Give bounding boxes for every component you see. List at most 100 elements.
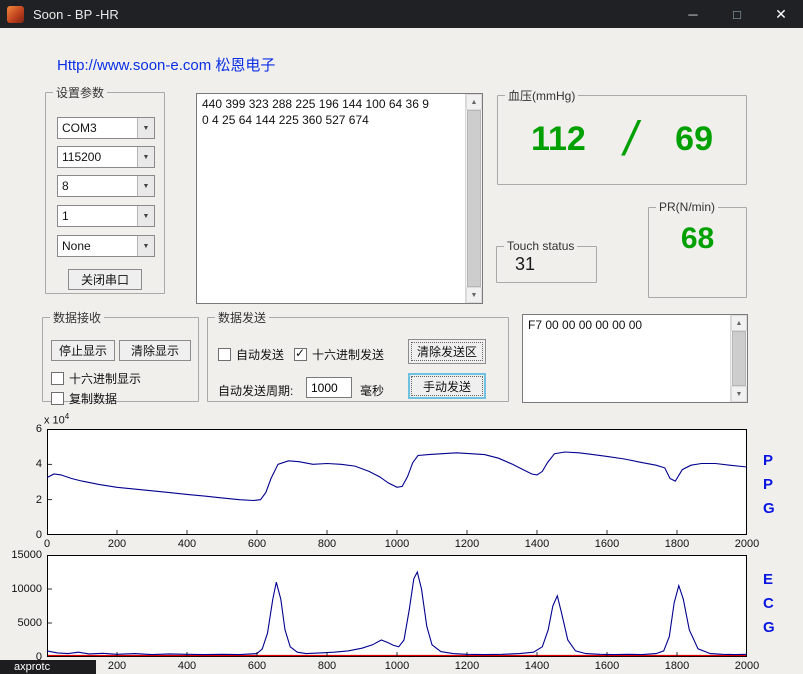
scroll-down-icon[interactable]: ▼ [466, 287, 482, 303]
stop-bits-dropdown[interactable]: 1 ▼ [57, 205, 155, 227]
close-serial-port-button[interactable]: 关闭串口 [68, 269, 142, 290]
receive-text: 440 399 323 288 225 196 144 100 64 36 9 … [197, 94, 464, 303]
ppg-plot-svg [47, 429, 747, 535]
stop-bits-value: 1 [58, 206, 137, 226]
ecg-chart: 050001000015000 020040060080010001200140… [0, 549, 803, 674]
touch-status-group: Touch status 31 [496, 239, 597, 283]
copy-data-label: 复制数据 [69, 390, 117, 407]
ppg-y-axis-multiplier: x 104 [44, 412, 69, 427]
ecg-axis-label: E C G [763, 571, 775, 636]
y-tick-label: 5000 [18, 617, 42, 629]
copy-data-checkbox[interactable]: 复制数据 [51, 390, 117, 407]
baud-rate-dropdown[interactable]: 115200 ▼ [57, 146, 155, 168]
hex-send-checkbox[interactable]: 十六进制发送 [294, 346, 384, 363]
touch-status-value: 31 [515, 254, 596, 275]
scroll-up-icon[interactable]: ▲ [466, 94, 482, 110]
data-receive-title: 数据接收 [50, 309, 104, 326]
bp-slash: / [624, 112, 637, 167]
checkbox-icon[interactable] [218, 348, 231, 361]
bp-values: 112 / 69 [498, 106, 746, 172]
scroll-down-icon[interactable]: ▼ [731, 386, 747, 402]
taskbar-fragment: axprotc [0, 660, 96, 674]
milliseconds-label: 毫秒 [360, 382, 384, 399]
window-controls: ─ □ ✕ [671, 0, 803, 28]
send-text: F7 00 00 00 00 00 00 [523, 315, 729, 402]
x-tick-label: 1600 [595, 660, 619, 672]
settings-group: 设置参数 COM3 ▼ 115200 ▼ 8 ▼ 1 ▼ None ▼ 关闭串口 [45, 84, 165, 294]
checkbox-icon[interactable] [51, 372, 64, 385]
data-receive-group: 数据接收 停止显示 清除显示 十六进制显示 复制数据 [42, 309, 199, 402]
com-port-value: COM3 [58, 118, 137, 138]
pr-group: PR(N/min) 68 [648, 200, 747, 298]
touch-status-title: Touch status [504, 239, 577, 253]
chevron-down-icon[interactable]: ▼ [137, 147, 154, 167]
data-bits-dropdown[interactable]: 8 ▼ [57, 175, 155, 197]
y-tick-label: 6 [36, 423, 42, 435]
bp-group-title: 血压(mmHg) [505, 87, 578, 104]
checkbox-icon[interactable] [294, 348, 307, 361]
maximize-button[interactable]: □ [715, 0, 759, 28]
y-tick-label: 15000 [11, 549, 42, 561]
x-tick-label: 1400 [525, 660, 549, 672]
data-send-group: 数据发送 自动发送 十六进制发送 清除发送区 自动发送周期: 毫秒 手动发送 [207, 309, 509, 402]
baud-rate-value: 115200 [58, 147, 137, 167]
x-tick-label: 400 [178, 660, 196, 672]
receive-textarea[interactable]: 440 399 323 288 225 196 144 100 64 36 9 … [196, 93, 483, 304]
pr-group-title: PR(N/min) [656, 200, 718, 214]
bp-group: 血压(mmHg) 112 / 69 [497, 87, 747, 185]
auto-send-checkbox[interactable]: 自动发送 [218, 346, 284, 363]
ecg-plot-svg [47, 555, 747, 657]
minimize-button[interactable]: ─ [671, 0, 715, 28]
scroll-up-icon[interactable]: ▲ [731, 315, 747, 331]
chevron-down-icon[interactable]: ▼ [137, 236, 154, 256]
y-tick-label: 4 [36, 458, 42, 470]
x-tick-label: 600 [248, 660, 266, 672]
scrollbar-thumb[interactable] [732, 331, 746, 386]
ecg-y-tick-labels: 050001000015000 [2, 555, 42, 657]
data-send-title: 数据发送 [215, 309, 269, 326]
auto-send-period-input[interactable] [306, 377, 352, 398]
ppg-chart: x 104 0246 02004006008001000120014001600… [0, 408, 803, 554]
settings-group-title: 设置参数 [53, 84, 107, 101]
auto-send-period-label: 自动发送周期: [218, 382, 293, 399]
app-window: Soon - BP -HR ─ □ ✕ Http://www.soon-e.co… [0, 0, 803, 674]
scrollbar-thumb[interactable] [467, 110, 481, 287]
chevron-down-icon[interactable]: ▼ [137, 176, 154, 196]
clear-send-button[interactable]: 清除发送区 [408, 339, 486, 364]
send-textarea[interactable]: F7 00 00 00 00 00 00 ▲ ▼ [522, 314, 748, 403]
hex-display-checkbox[interactable]: 十六进制显示 [51, 370, 141, 387]
ecg-plot-area [47, 555, 747, 657]
x-tick-label: 1200 [455, 660, 479, 672]
x-tick-label: 1000 [385, 660, 409, 672]
ecg-x-tick-labels: 0200400600800100012001400160018002000 [47, 659, 747, 673]
data-bits-value: 8 [58, 176, 137, 196]
auto-send-label: 自动发送 [236, 346, 284, 363]
x-tick-label: 800 [318, 660, 336, 672]
hex-send-label: 十六进制发送 [312, 346, 384, 363]
receive-scrollbar[interactable]: ▲ ▼ [465, 94, 482, 303]
com-port-dropdown[interactable]: COM3 ▼ [57, 117, 155, 139]
y-tick-label: 2 [36, 494, 42, 506]
pr-value: 68 [649, 222, 746, 256]
x-tick-label: 2000 [735, 660, 759, 672]
ppg-plot-area [47, 429, 747, 535]
y-tick-label: 0 [36, 529, 42, 541]
website-link[interactable]: Http://www.soon-e.com 松恩电子 [57, 54, 275, 75]
chevron-down-icon[interactable]: ▼ [137, 206, 154, 226]
chevron-down-icon[interactable]: ▼ [137, 118, 154, 138]
bp-systolic-value: 112 [531, 120, 586, 159]
clear-display-button[interactable]: 清除显示 [119, 340, 191, 361]
send-scrollbar[interactable]: ▲ ▼ [730, 315, 747, 402]
parity-value: None [58, 236, 137, 256]
parity-dropdown[interactable]: None ▼ [57, 235, 155, 257]
manual-send-button[interactable]: 手动发送 [408, 373, 486, 399]
window-title: Soon - BP -HR [33, 7, 119, 22]
app-icon [7, 6, 24, 23]
title-bar: Soon - BP -HR ─ □ ✕ [0, 0, 803, 28]
ppg-y-tick-labels: 0246 [6, 429, 42, 535]
x-tick-label: 1800 [665, 660, 689, 672]
checkbox-icon[interactable] [51, 392, 64, 405]
stop-display-button[interactable]: 停止显示 [51, 340, 115, 361]
close-button[interactable]: ✕ [759, 0, 803, 28]
ppg-axis-label: P P G [763, 452, 775, 517]
